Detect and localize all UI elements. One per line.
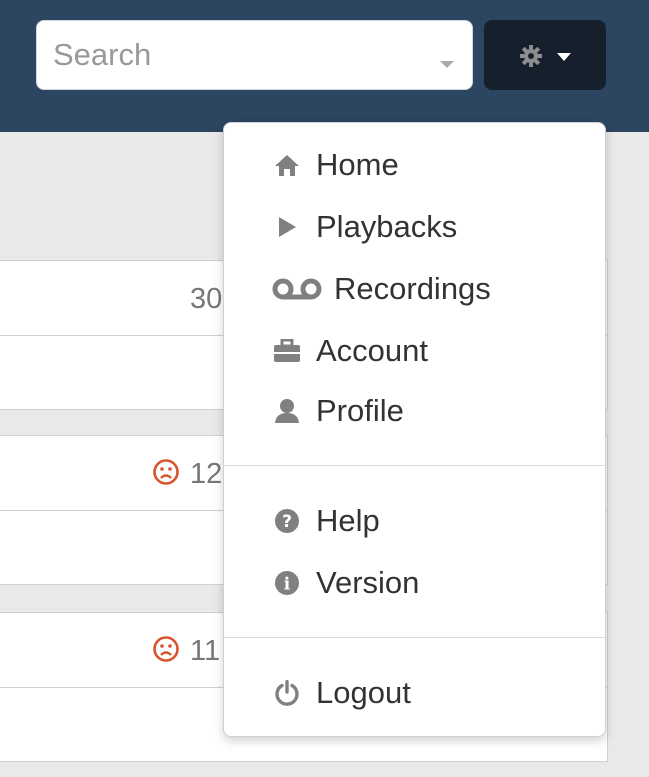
briefcase-icon (272, 336, 302, 366)
menu-item-recordings[interactable]: Recordings (224, 261, 607, 317)
menu-item-logout[interactable]: Logout (224, 665, 607, 721)
sad-face-icon (153, 636, 179, 662)
search-box[interactable] (36, 20, 473, 90)
user-icon (272, 396, 302, 426)
menu-item-profile[interactable]: Profile (224, 383, 607, 439)
row-value: 12 (190, 458, 223, 490)
menu-item-label: Version (316, 565, 420, 600)
svg-text:?: ? (282, 512, 292, 532)
info-circle-icon: i (272, 568, 302, 598)
settings-dropdown-menu: Home Playbacks Recordings Account Profil… (223, 122, 607, 737)
menu-item-label: Recordings (334, 271, 491, 306)
menu-item-label: Playbacks (316, 209, 458, 244)
search-input[interactable] (53, 35, 423, 75)
question-circle-icon: ? (272, 506, 302, 536)
menu-divider (224, 637, 607, 638)
menu-item-label: Account (316, 333, 429, 368)
svg-text:i: i (284, 575, 291, 595)
menu-item-label: Logout (316, 675, 411, 710)
home-icon (272, 150, 302, 180)
row-value: 30 (190, 283, 223, 315)
menu-item-label: Home (316, 147, 399, 182)
menu-item-account[interactable]: Account (224, 323, 607, 379)
menu-item-help[interactable]: ? Help (224, 493, 607, 549)
gear-icon (520, 45, 542, 67)
menu-item-version[interactable]: i Version (224, 555, 607, 611)
sad-face-icon (153, 459, 179, 485)
menu-divider (224, 465, 607, 466)
row-value: 11 (190, 635, 221, 667)
menu-item-label: Help (316, 503, 380, 538)
search-dropdown-caret-icon[interactable] (440, 61, 454, 68)
top-navbar (0, 0, 649, 132)
play-icon (272, 212, 302, 242)
menu-item-playbacks[interactable]: Playbacks (224, 199, 607, 255)
voicemail-icon (270, 274, 324, 304)
power-icon (272, 678, 302, 708)
caret-down-icon (557, 53, 571, 61)
menu-item-label: Profile (316, 393, 404, 428)
settings-dropdown-button[interactable] (484, 20, 606, 90)
menu-item-home[interactable]: Home (224, 137, 607, 193)
